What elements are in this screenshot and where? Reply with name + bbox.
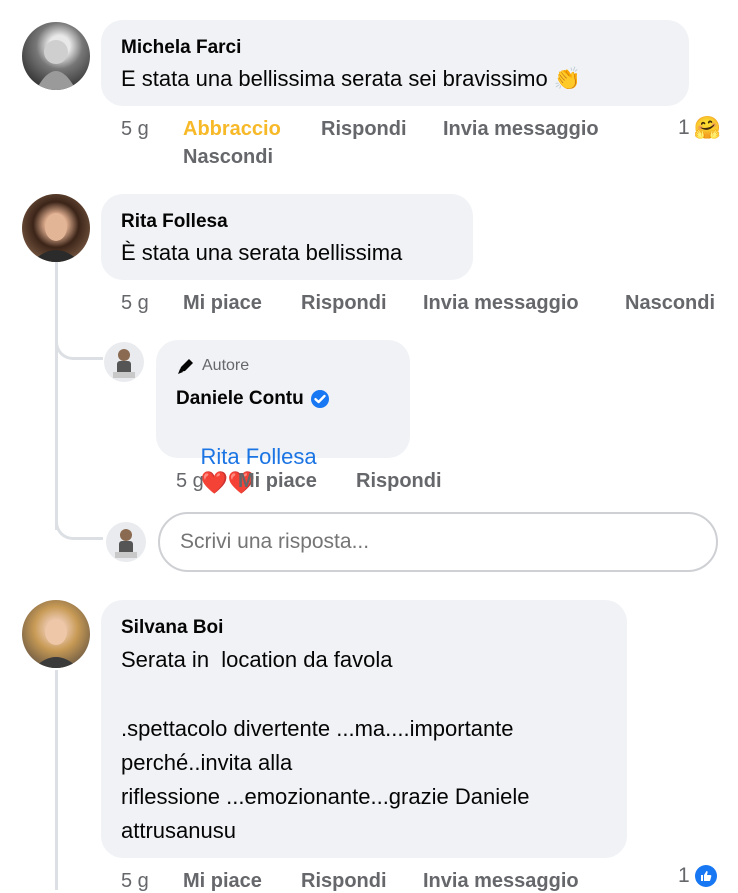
reply-button[interactable]: Rispondi: [356, 470, 442, 493]
thread-line: [55, 262, 58, 530]
comment-text-line: riflessione ...emozionante...grazie Dani…: [121, 784, 530, 809]
comment-author[interactable]: Silvana Boi: [121, 617, 223, 639]
comment-text-line: Serata in location da favola: [121, 647, 393, 672]
reply-input[interactable]: [158, 512, 718, 572]
avatar[interactable]: [104, 342, 144, 382]
author-badge-label: Autore: [202, 357, 250, 374]
comment-text-line: attrusanusu: [121, 818, 236, 843]
reply-bubble: Autore Daniele Contu Rita Follesa ❤️❤️: [156, 340, 410, 495]
comment-actions: 5 g Mi piace Rispondi Invia messaggio Na…: [121, 292, 731, 320]
hide-button[interactable]: Nascondi: [625, 292, 715, 315]
like-button[interactable]: Mi piace: [238, 470, 317, 493]
comment-bubble: Silvana Boi Serata in location da favola…: [101, 600, 627, 858]
mention-link[interactable]: Rita Follesa: [200, 444, 316, 469]
thread-branch: [55, 330, 103, 360]
comment-text-line: .spettacolo divertente ...ma....importan…: [121, 716, 514, 741]
send-message-button[interactable]: Invia messaggio: [443, 118, 599, 141]
comment-actions: 5 g Mi piace Rispondi Invia messaggio: [121, 870, 641, 892]
like-reaction-icon: [694, 865, 717, 887]
avatar[interactable]: [22, 194, 90, 262]
reaction-button[interactable]: Abbraccio: [183, 118, 281, 141]
avatar-photo: [32, 213, 80, 262]
reply-actions: 5 g Mi piace Rispondi: [176, 470, 476, 498]
hug-reaction-icon: 🤗: [693, 115, 722, 140]
comment-time[interactable]: 5 g: [121, 118, 149, 141]
reaction-count: 1: [678, 116, 690, 139]
thread-branch: [55, 510, 103, 540]
avatar: [106, 522, 146, 562]
avatar-photo: [115, 529, 137, 558]
reaction-count: 1: [678, 864, 690, 887]
reaction-summary[interactable]: 1 🤗: [678, 115, 721, 141]
send-message-button[interactable]: Invia messaggio: [423, 292, 579, 315]
avatar-photo: [34, 619, 78, 668]
avatar-photo: [113, 349, 135, 378]
reply-author[interactable]: Daniele Contu: [176, 388, 304, 410]
pencil-icon: [178, 359, 193, 374]
avatar[interactable]: [22, 600, 90, 668]
comment-author[interactable]: Rita Follesa: [121, 211, 228, 233]
comment-bubble: Michela Farci E stata una bellissima ser…: [101, 20, 689, 106]
reply-button[interactable]: Rispondi: [301, 292, 387, 315]
author-badge: Autore: [176, 357, 249, 375]
hide-button[interactable]: Nascondi: [183, 146, 273, 169]
reaction-summary[interactable]: 1: [678, 864, 718, 888]
avatar-photo: [36, 40, 76, 90]
thread-line: [55, 670, 58, 890]
verified-badge-icon: [310, 390, 329, 408]
comment-time[interactable]: 5 g: [121, 292, 149, 315]
comment-actions: 5 g Abbraccio Rispondi Invia messaggio N…: [121, 118, 721, 174]
reply-time[interactable]: 5 g: [176, 470, 204, 493]
comment-author[interactable]: Michela Farci: [121, 37, 241, 59]
comment-text: È stata una serata bellissima: [121, 240, 403, 265]
avatar[interactable]: [22, 22, 90, 90]
reply-button[interactable]: Rispondi: [321, 118, 407, 141]
comment-text-line: perché..invita alla: [121, 750, 293, 775]
reply-author-row: Daniele Contu: [176, 388, 330, 410]
comment-bubble: Rita Follesa È stata una serata bellissi…: [101, 194, 473, 280]
comment-text: E stata una bellissima serata sei bravis…: [121, 66, 582, 91]
like-button[interactable]: Mi piace: [183, 292, 262, 315]
